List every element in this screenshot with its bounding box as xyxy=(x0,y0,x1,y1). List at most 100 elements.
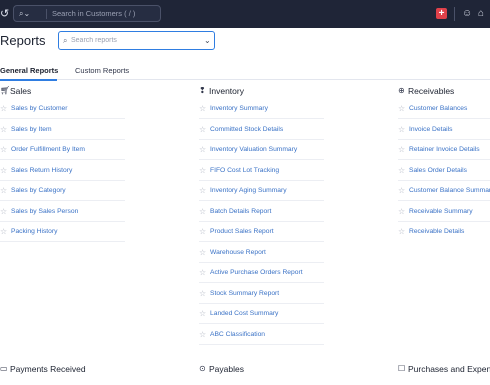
bell-icon[interactable]: ⌂ xyxy=(478,7,490,21)
star-icon[interactable]: ☆ xyxy=(0,166,7,176)
row-divider xyxy=(398,179,490,181)
report-link-customer-balances[interactable]: ☆ Customer Balances xyxy=(398,103,490,119)
report-link-label: Inventory Summary xyxy=(210,105,268,112)
active-tab-indicator xyxy=(0,79,57,81)
cart-icon: 🛒︎ xyxy=(0,86,11,95)
star-icon[interactable]: ☆ xyxy=(199,145,206,155)
tab-general-reports[interactable]: General Reports xyxy=(0,66,58,81)
global-search-placeholder[interactable]: Search in Customers ( / ) xyxy=(52,9,135,19)
row-divider xyxy=(0,179,125,181)
report-link-order-fulfillment-by-item[interactable]: ☆ Order Fulfillment By Item xyxy=(0,144,125,160)
payments-received-section-header: ▭ Payments Received xyxy=(0,363,120,375)
report-link-landed-cost-summary[interactable]: ☆ Landed Cost Summary xyxy=(199,308,324,324)
star-icon[interactable]: ☆ xyxy=(199,104,206,114)
report-link-label: Landed Cost Summary xyxy=(210,310,279,317)
row-divider xyxy=(199,200,324,201)
star-icon[interactable]: ☆ xyxy=(398,145,405,155)
star-icon[interactable]: ☆ xyxy=(199,207,206,217)
users-icon[interactable]: ☺ xyxy=(462,7,474,21)
row-divider xyxy=(0,159,125,160)
report-link-label: Committed Stock Details xyxy=(210,125,284,133)
report-link-label: Sales by Sales Person xyxy=(11,207,79,215)
report-link-committed-stock-details[interactable]: ☆ Committed Stock Details xyxy=(199,124,324,140)
report-link-sales-order-details[interactable]: ☆ Sales Order Details xyxy=(398,165,490,181)
report-tabs: General Reports Custom Reports xyxy=(0,62,490,81)
report-link-label: Order Fulfillment By Item xyxy=(11,146,85,153)
star-icon[interactable]: ☆ xyxy=(398,104,405,114)
star-icon[interactable]: ☆ xyxy=(398,166,405,176)
report-link-sales-by-customer[interactable]: ☆ Sales by Customer xyxy=(0,103,125,119)
row-divider xyxy=(199,261,324,263)
section-title: Payables xyxy=(209,364,244,374)
report-search-input[interactable] xyxy=(71,34,199,47)
report-link-packing-history[interactable]: ☆ Packing History xyxy=(0,226,125,242)
search-icon[interactable]: ⌕⌄ xyxy=(19,9,37,19)
row-divider xyxy=(0,118,125,119)
star-icon[interactable]: ☆ xyxy=(199,309,206,319)
star-icon[interactable]: ☆ xyxy=(199,289,206,299)
search-icon: ⌕ xyxy=(63,36,68,45)
report-link-product-sales-report[interactable]: ☆ Product Sales Report xyxy=(199,226,324,242)
star-icon[interactable]: ☆ xyxy=(0,227,7,237)
star-icon[interactable]: ☆ xyxy=(0,186,7,196)
report-link-inventory-aging-summary[interactable]: ☆ Inventory Aging Summary xyxy=(199,185,324,201)
report-link-sales-by-item[interactable]: ☆ Sales by Item xyxy=(0,124,125,140)
report-link-label: Sales by Item xyxy=(11,125,52,133)
star-icon[interactable]: ☆ xyxy=(0,207,7,217)
report-link-label: Receivable Summary xyxy=(409,207,473,215)
star-icon[interactable]: ☆ xyxy=(398,207,405,217)
star-icon[interactable]: ☆ xyxy=(398,186,405,196)
report-link-inventory-valuation-summary[interactable]: ☆ Inventory Valuation Summary xyxy=(199,144,324,160)
report-link-receivable-summary[interactable]: ☆ Receivable Summary xyxy=(398,206,490,222)
payables-section-header: ⊙ Payables xyxy=(199,363,319,375)
star-icon[interactable]: ☆ xyxy=(199,227,206,237)
report-link-label: Active Purchase Orders Report xyxy=(210,269,303,276)
star-icon[interactable]: ☆ xyxy=(199,330,206,340)
report-link-warehouse-report[interactable]: ☆ Warehouse Report xyxy=(199,247,324,263)
row-divider xyxy=(0,138,125,140)
app-logo-icon[interactable]: ↺ xyxy=(0,8,10,20)
report-link-active-purchase-orders-report[interactable]: ☆ Active Purchase Orders Report xyxy=(199,267,324,283)
star-icon[interactable]: ☆ xyxy=(199,186,206,196)
star-icon[interactable]: ☆ xyxy=(199,248,206,258)
report-link-label: Invoice Details xyxy=(409,125,453,133)
report-link-label: Inventory Aging Summary xyxy=(210,187,287,194)
row-divider xyxy=(199,179,324,181)
star-icon[interactable]: ☆ xyxy=(0,125,7,135)
report-link-retainer-invoice-details[interactable]: ☆ Retainer Invoice Details xyxy=(398,144,490,160)
quick-create-button[interactable]: + xyxy=(436,8,447,19)
tab-label: Custom Reports xyxy=(75,66,130,75)
global-search-box[interactable]: ⌕⌄ Search in Customers ( / ) xyxy=(13,5,161,22)
receivables-section: ⊕ Receivables ☆ Customer Balances ☆ Invoic… xyxy=(398,85,490,245)
report-link-abc-classification[interactable]: ☆ ABC Classification xyxy=(199,329,324,345)
report-link-batch-details-report[interactable]: ☆ Batch Details Report xyxy=(199,206,324,222)
report-link-inventory-summary[interactable]: ☆ Inventory Summary xyxy=(199,103,324,119)
report-link-receivable-details[interactable]: ☆ Receivable Details xyxy=(398,226,490,240)
report-link-sales-return-history[interactable]: ☆ Sales Return History xyxy=(0,165,125,181)
page-title: Reports xyxy=(0,33,46,48)
tab-custom-reports[interactable]: Custom Reports xyxy=(75,66,129,76)
star-icon[interactable]: ☆ xyxy=(0,104,7,114)
report-search-field[interactable]: ⌕ ⌄ xyxy=(58,31,215,50)
chevron-down-icon[interactable]: ⌄ xyxy=(204,35,211,46)
report-link-customer-balance-summary[interactable]: ☆ Customer Balance Summary xyxy=(398,185,490,201)
report-link-invoice-details[interactable]: ☆ Invoice Details xyxy=(398,124,490,140)
star-icon[interactable]: ☆ xyxy=(398,227,405,237)
star-icon[interactable]: ☆ xyxy=(398,125,405,135)
star-icon[interactable]: ☆ xyxy=(0,145,7,155)
row-divider xyxy=(398,138,490,140)
search-divider xyxy=(46,9,47,19)
report-link-fifo-cost-lot-tracking[interactable]: ☆ FIFO Cost Lot Tracking xyxy=(199,165,324,181)
report-link-sales-by-category[interactable]: ☆ Sales by Category xyxy=(0,185,125,201)
star-icon[interactable]: ☆ xyxy=(199,166,206,176)
report-link-stock-summary-report[interactable]: ☆ Stock Summary Report xyxy=(199,288,324,304)
shopping-bag-icon: ☐ xyxy=(398,364,406,373)
report-link-label: Sales by Category xyxy=(11,187,66,194)
row-divider xyxy=(398,220,490,222)
report-link-sales-by-sales-person[interactable]: ☆ Sales by Sales Person xyxy=(0,206,125,222)
row-divider xyxy=(199,323,324,324)
star-icon[interactable]: ☆ xyxy=(199,125,206,135)
top-navigation-bar: ↺ ⌕⌄ Search in Customers ( / ) + ☺ ⌂ xyxy=(0,0,490,28)
report-link-label: Retainer Invoice Details xyxy=(409,146,480,153)
star-icon[interactable]: ☆ xyxy=(199,268,206,278)
